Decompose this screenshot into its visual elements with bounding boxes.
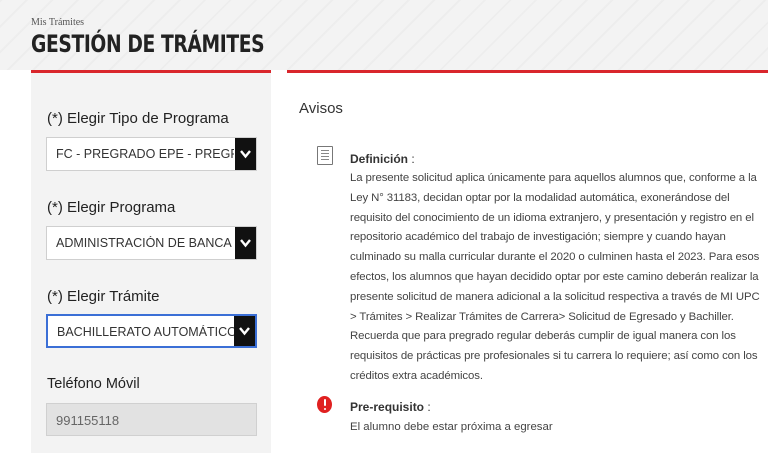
telefono-value: 991155118 — [56, 413, 120, 428]
document-icon — [317, 146, 333, 165]
chevron-down-icon[interactable] — [234, 316, 255, 346]
definicion-text: La presente solicitud aplica únicamente … — [350, 172, 760, 382]
chevron-down-icon[interactable] — [235, 138, 256, 170]
programa-select[interactable]: ADMINISTRACIÓN DE BANCA Y — [46, 226, 257, 260]
telefono-label: Teléfono Móvil — [47, 376, 140, 392]
tramite-value: BACHILLERATO AUTOMÁTICO - LEY — [57, 325, 235, 339]
tipo-programa-label: (*) Elegir Tipo de Programa — [47, 110, 229, 127]
telefono-field[interactable]: 991155118 — [46, 403, 257, 436]
tipo-programa-select[interactable]: FC - PREGRADO EPE - PREGRADO — [46, 137, 257, 171]
definicion-colon: : — [408, 152, 415, 166]
avisos-panel: Avisos Definición : La presente solicitu… — [287, 70, 768, 453]
form-panel: (*) Elegir Tipo de Programa FC - PREGRAD… — [31, 70, 271, 453]
programa-value: ADMINISTRACIÓN DE BANCA Y — [56, 236, 234, 250]
prerequisito-label: Pre-requisito — [350, 400, 425, 414]
prerequisito-title: Pre-requisito : — [350, 400, 431, 414]
prerequisito-text: El alumno debe estar próxima a egresar — [350, 421, 553, 433]
definicion-title: Definición : — [350, 152, 415, 166]
page-title: GESTIÓN DE TRÁMITES — [31, 30, 265, 58]
tipo-programa-value: FC - PREGRADO EPE - PREGRADO — [56, 147, 234, 161]
definicion-label: Definición — [350, 152, 409, 166]
tramite-label: (*) Elegir Trámite — [47, 288, 160, 305]
alert-icon — [317, 396, 332, 413]
page-header: Mis Trámites GESTIÓN DE TRÁMITES — [0, 0, 768, 70]
programa-label: (*) Elegir Programa — [47, 199, 176, 216]
avisos-heading: Avisos — [299, 100, 343, 117]
tramite-select[interactable]: BACHILLERATO AUTOMÁTICO - LEY — [46, 314, 257, 348]
chevron-down-icon[interactable] — [235, 227, 256, 259]
breadcrumb[interactable]: Mis Trámites — [31, 17, 84, 28]
prerequisito-colon: : — [424, 400, 431, 414]
